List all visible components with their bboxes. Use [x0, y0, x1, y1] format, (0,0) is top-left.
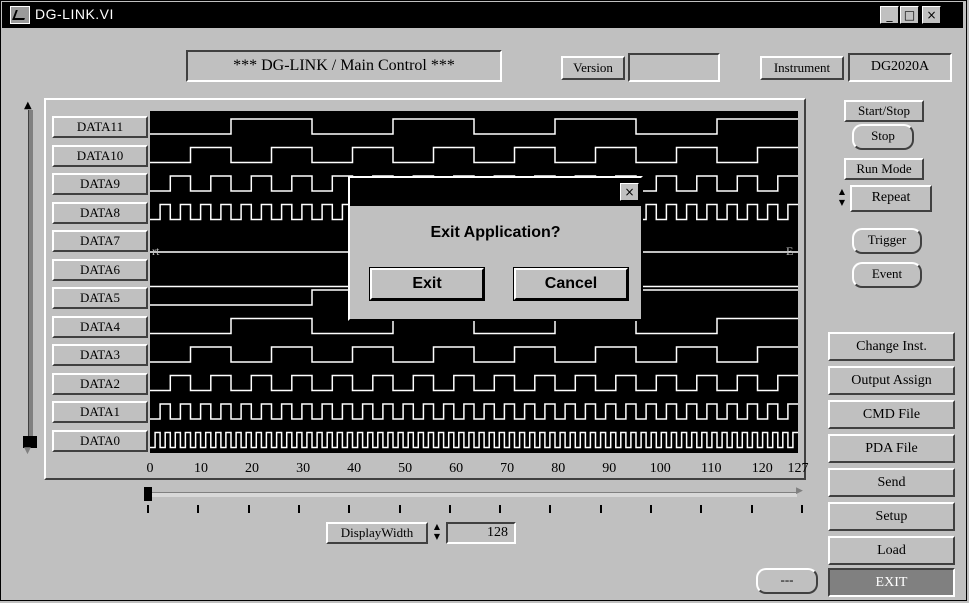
- channel-label: DATA7: [52, 230, 148, 252]
- scale-tick: [549, 505, 552, 513]
- version-label: Version: [561, 56, 625, 80]
- version-field: [628, 53, 720, 82]
- scroll-right-arrow-icon[interactable]: ▶: [796, 486, 803, 496]
- window-title: DG-LINK.VI: [35, 6, 114, 22]
- channel-label: DATA4: [52, 315, 148, 338]
- waveform-data3: [150, 346, 798, 363]
- scale-tick: [650, 505, 652, 513]
- title-bar[interactable]: DG-LINK.VI _ □ ×: [2, 2, 963, 28]
- maximize-button[interactable]: □: [900, 6, 919, 24]
- scale-tick: [197, 505, 200, 513]
- dialog-message: Exit Application?: [430, 224, 561, 241]
- x-tick-label: 0: [146, 461, 154, 476]
- sidebar-button-setup[interactable]: Setup: [828, 502, 955, 531]
- horizontal-scroll-track[interactable]: [152, 492, 797, 497]
- x-tick-label: 90: [602, 461, 617, 476]
- x-tick-label: 110: [701, 461, 722, 476]
- waveform-data0: [150, 431, 798, 449]
- run-mode-label: Run Mode: [844, 158, 924, 180]
- channel-label: DATA3: [52, 344, 148, 366]
- sidebar-button-cmd-file[interactable]: CMD File: [828, 400, 955, 429]
- vertical-scroll-track[interactable]: [28, 110, 33, 446]
- status-button[interactable]: ---: [756, 568, 818, 594]
- display-width-field[interactable]: 128: [446, 522, 516, 544]
- horizontal-scroll-thumb[interactable]: [144, 487, 152, 501]
- end-marker: E: [786, 244, 794, 258]
- waveform-data2: [150, 374, 798, 392]
- sidebar-button-output-assign[interactable]: Output Assign: [828, 366, 955, 395]
- event-button[interactable]: Event: [852, 262, 922, 288]
- x-tick-label: 30: [296, 461, 311, 476]
- scale-tick: [348, 505, 351, 513]
- display-width-stepper[interactable]: ▲ ▼: [430, 522, 444, 544]
- run-mode-stepper[interactable]: ▲ ▼: [836, 186, 848, 210]
- channel-label: DATA0: [52, 429, 148, 452]
- sidebar-button-send[interactable]: Send: [828, 468, 955, 497]
- exit-button[interactable]: EXIT: [828, 568, 955, 597]
- x-tick-label: 20: [245, 461, 260, 476]
- channel-label: DATA5: [52, 287, 148, 309]
- dialog-exit-button[interactable]: Exit: [369, 267, 485, 301]
- display-width-label: DisplayWidth: [326, 522, 428, 544]
- minimize-button[interactable]: _: [880, 6, 899, 24]
- scale-tick: [448, 505, 451, 513]
- instrument-label: Instrument: [760, 56, 844, 80]
- scale-tick: [247, 505, 250, 513]
- x-tick-label: 60: [449, 461, 464, 476]
- scale-tick: [700, 505, 703, 513]
- x-tick-label: 80: [551, 461, 566, 476]
- x-tick-label: 120: [751, 461, 773, 476]
- x-tick-label: 40: [347, 461, 362, 476]
- close-button[interactable]: ×: [922, 6, 941, 24]
- dialog-cancel-button[interactable]: Cancel: [513, 267, 629, 301]
- scale-tick: [750, 505, 753, 513]
- x-tick-label: 70: [500, 461, 515, 476]
- channel-label: DATA8: [52, 201, 148, 224]
- channel-label: DATA6: [52, 258, 148, 281]
- scale-tick: [398, 505, 401, 513]
- sidebar-button-pda-file[interactable]: PDA File: [828, 434, 955, 463]
- channel-label: DATA10: [52, 144, 148, 167]
- x-tick-label: 100: [649, 461, 671, 476]
- x-tick-label: 10: [194, 461, 209, 476]
- scale-tick: [599, 505, 602, 513]
- scale-tick: [499, 505, 502, 513]
- channel-label: DATA9: [52, 173, 148, 195]
- stop-button[interactable]: Stop: [852, 124, 914, 150]
- sidebar-button-load[interactable]: Load: [828, 536, 955, 565]
- dialog-close-icon[interactable]: ×: [620, 183, 639, 201]
- waveform-data10: [150, 146, 798, 164]
- waveform-data1: [150, 403, 798, 420]
- scale-tick: [147, 505, 149, 513]
- x-tick-label: 50: [398, 461, 413, 476]
- scroll-down-arrow-icon[interactable]: ▼: [24, 446, 31, 456]
- sidebar-button-change-inst[interactable]: Change Inst.: [828, 332, 955, 361]
- page-title: *** DG-LINK / Main Control ***: [186, 50, 502, 82]
- channel-label: DATA11: [52, 116, 148, 138]
- run-mode-select[interactable]: Repeat: [850, 185, 932, 212]
- channel-label: DATA2: [52, 372, 148, 395]
- scale-tick: [800, 505, 803, 513]
- waveform-data11: [150, 118, 798, 135]
- app-icon: [10, 6, 30, 24]
- exit-dialog: × Exit Application? Exit Cancel: [348, 176, 643, 321]
- start-marker: rt: [152, 244, 160, 258]
- trigger-button[interactable]: Trigger: [852, 228, 922, 254]
- dialog-title-bar[interactable]: [350, 178, 641, 206]
- scale-tick: [297, 505, 300, 513]
- channel-label: DATA1: [52, 401, 148, 423]
- x-tick-label: 127: [787, 461, 809, 476]
- start-stop-label: Start/Stop: [844, 100, 924, 122]
- instrument-field: DG2020A: [848, 53, 952, 82]
